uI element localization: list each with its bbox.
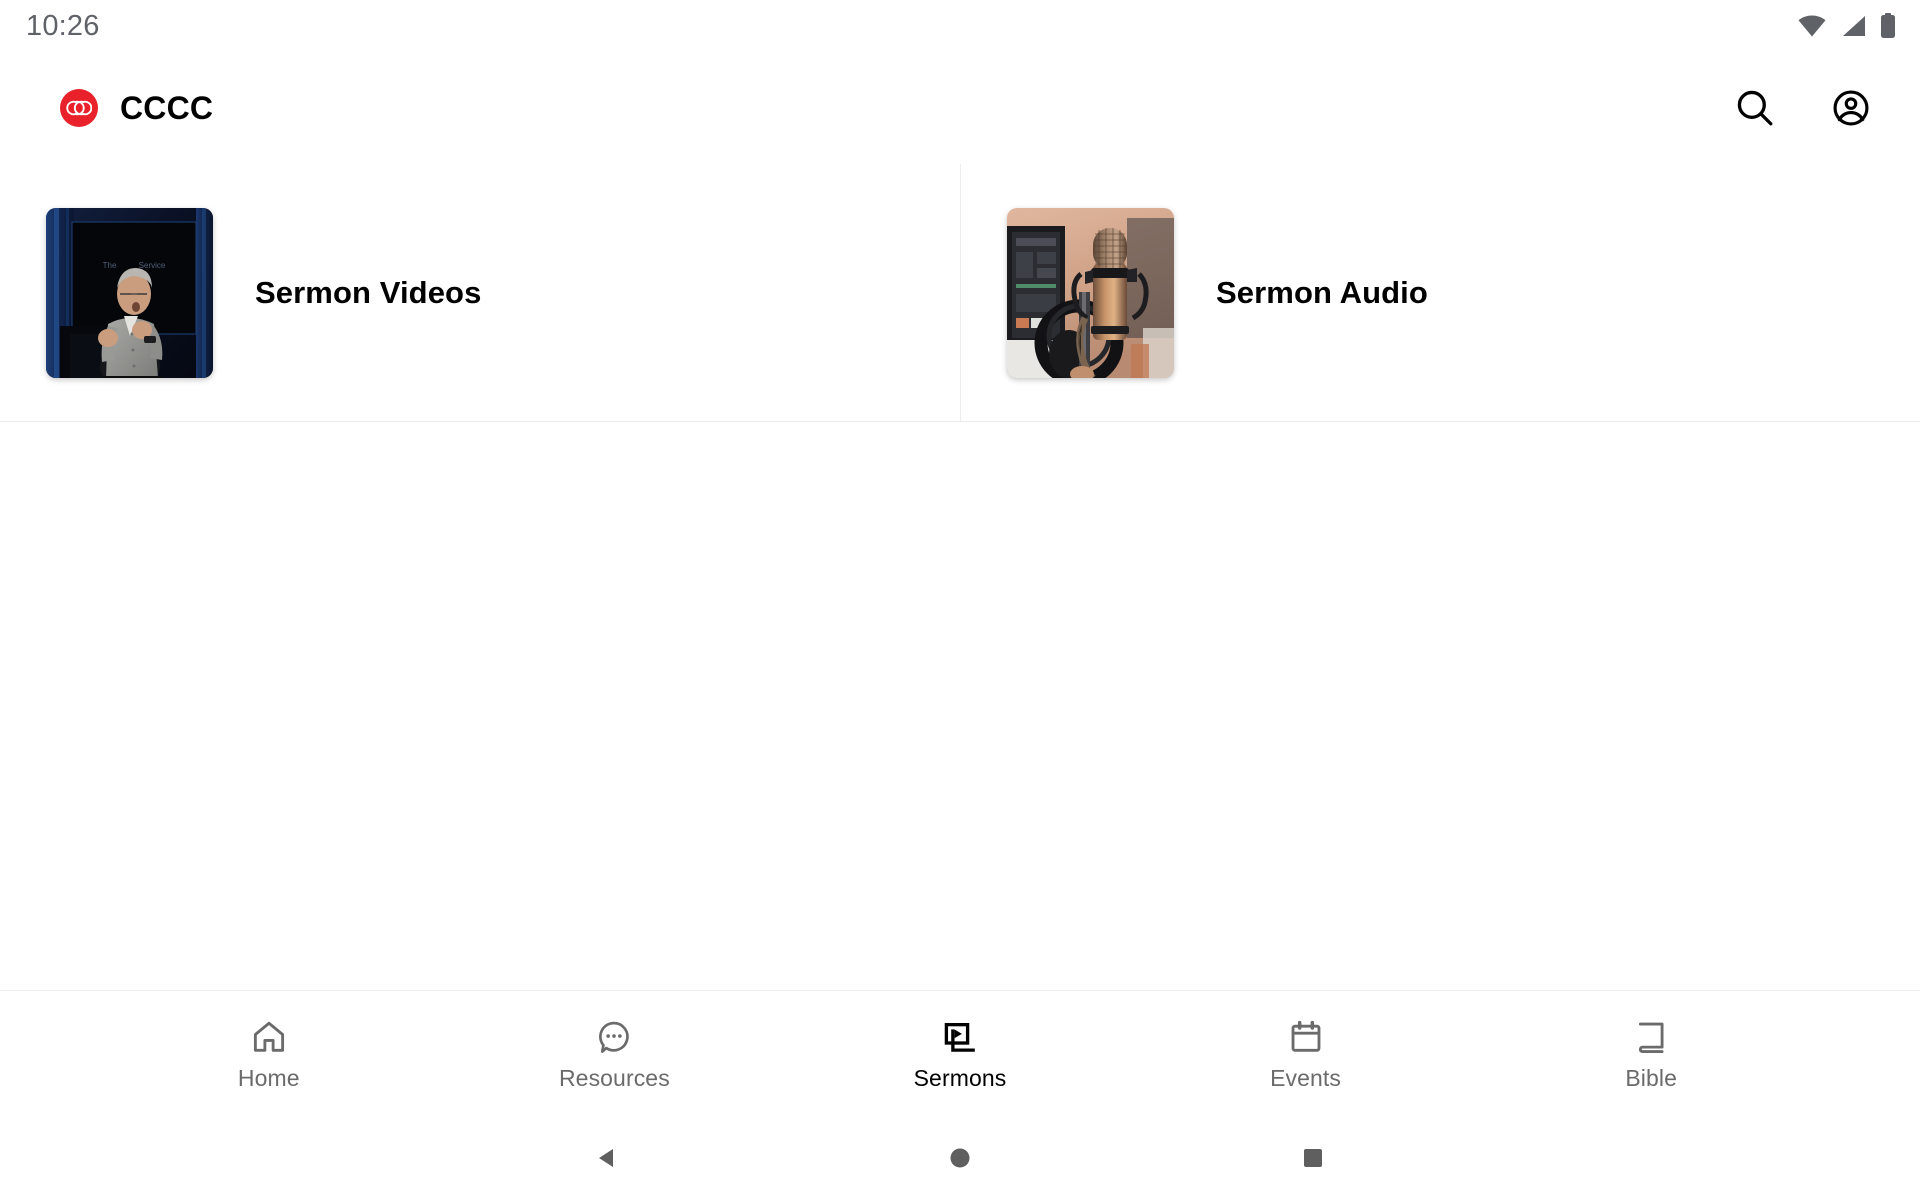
home-button[interactable] — [924, 1122, 996, 1194]
sermon-videos-card[interactable]: The Service Sermon Videos — [0, 164, 960, 421]
cell-signal-icon — [1840, 15, 1866, 37]
nav-item-bible[interactable]: Bible — [1478, 1012, 1824, 1096]
speaker-on-stage-thumbnail: The Service — [46, 207, 213, 378]
status-bar: 10:26 — [0, 0, 1920, 52]
recents-button[interactable] — [1277, 1122, 1349, 1194]
back-button[interactable] — [571, 1122, 643, 1194]
sermon-audio-card-title: Sermon Audio — [1216, 274, 1428, 310]
studio-microphone-thumbnail — [1007, 207, 1174, 378]
nav-item-resources[interactable]: Resources — [442, 1012, 788, 1096]
nav-label-sermons: Sermons — [913, 1064, 1007, 1091]
nav-label-resources: Resources — [558, 1064, 670, 1091]
search-icon — [1734, 87, 1776, 129]
nav-label-events: Events — [1270, 1064, 1342, 1091]
account-circle-icon — [1830, 87, 1872, 129]
status-bar-clock: 10:26 — [26, 9, 100, 42]
nav-item-sermons[interactable]: Sermons — [787, 1012, 1133, 1096]
sermon-videos-card-title: Sermon Videos — [255, 274, 482, 310]
chat-bubble-dots-icon — [595, 1018, 633, 1056]
cccc-monogram-logo-icon — [60, 89, 98, 127]
bottom-navigation-bar: Home Resources Sermons Events Bible — [0, 990, 1920, 1116]
triangle-back-icon — [592, 1143, 622, 1173]
video-library-icon — [941, 1018, 979, 1056]
nav-label-bible: Bible — [1625, 1064, 1677, 1091]
search-button[interactable] — [1726, 79, 1784, 137]
brand: CCCC — [60, 89, 213, 127]
circle-home-icon — [945, 1143, 975, 1173]
app-bar: CCCC — [0, 52, 1920, 164]
status-bar-icons — [1798, 13, 1896, 39]
sermon-audio-card[interactable]: Sermon Audio — [960, 164, 1920, 421]
sermon-category-grid: The Service Sermon Videos Sermon Audio — [0, 164, 1920, 422]
home-icon — [250, 1018, 288, 1056]
nav-label-home: Home — [237, 1064, 300, 1091]
square-recents-icon — [1298, 1143, 1328, 1173]
wifi-icon — [1798, 15, 1826, 37]
app-root: 10:26 CCCC The Service Sermon Videos Ser… — [0, 0, 1920, 1200]
app-title: CCCC — [120, 90, 214, 126]
nav-item-home[interactable]: Home — [96, 1012, 442, 1096]
android-system-navigation — [0, 1116, 1920, 1200]
account-button[interactable] — [1822, 79, 1880, 137]
book-icon — [1632, 1018, 1670, 1056]
app-bar-actions — [1726, 79, 1880, 137]
calendar-icon — [1287, 1018, 1325, 1056]
battery-icon — [1880, 13, 1896, 39]
main-content: The Service Sermon Videos Sermon Audio — [0, 164, 1920, 990]
nav-item-events[interactable]: Events — [1133, 1012, 1479, 1096]
